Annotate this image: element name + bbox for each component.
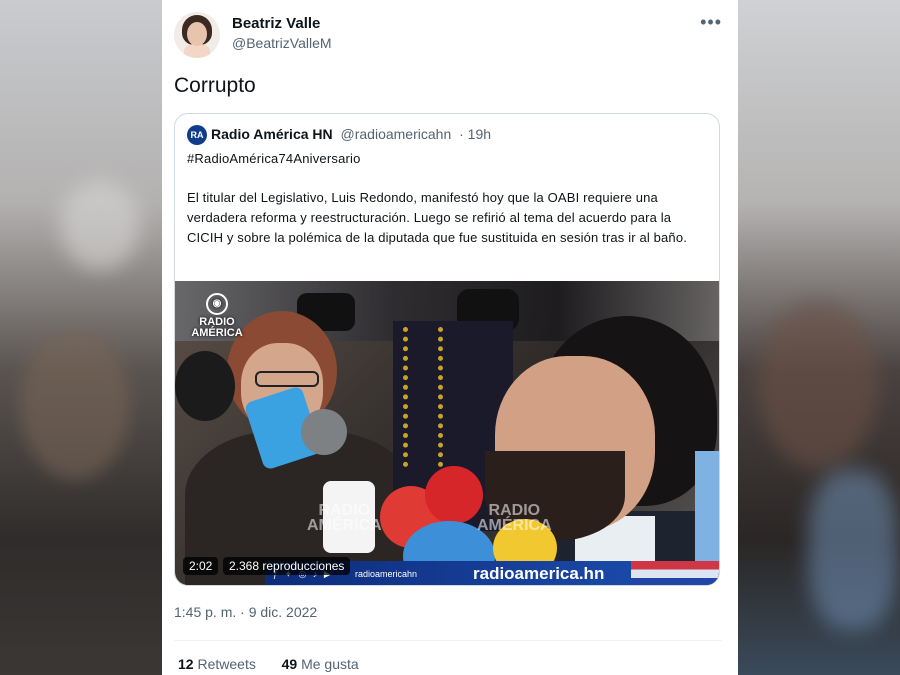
microphone	[425, 466, 483, 524]
quoted-tweet[interactable]: RA Radio América HN @radioamericahn · 19…	[174, 113, 720, 586]
likes-count: 49	[281, 656, 298, 672]
background-blob	[60, 180, 140, 270]
video-background-person	[695, 451, 719, 561]
author-handle[interactable]: @BeatrizValleM	[232, 35, 332, 51]
video-aiguillette	[403, 327, 443, 467]
video-brand-line2: AMÉRICA	[191, 327, 243, 339]
background-blur-right	[738, 0, 900, 675]
author-avatar[interactable]	[174, 12, 220, 58]
video-glasses	[255, 371, 319, 387]
video-watermark: RADIO AMÉRICA	[477, 502, 552, 534]
microphone	[175, 351, 235, 421]
quoted-author-handle[interactable]: @radioamericahn	[341, 126, 452, 142]
author-name[interactable]: Beatriz Valle	[232, 15, 320, 32]
likes-label: Me gusta	[301, 656, 359, 672]
video-duration: 2:02	[183, 557, 219, 575]
quoted-age: · 19h	[459, 126, 492, 142]
background-blob	[20, 330, 130, 480]
likes-stat[interactable]: 49 Me gusta	[282, 656, 359, 672]
flag-graphic	[631, 561, 719, 585]
video-views: 2.368 reproducciones	[223, 557, 351, 575]
quoted-header: Radio América HN @radioamericahn · 19h	[211, 126, 491, 142]
retweets-count: 12	[178, 656, 194, 672]
radio-wave-icon: ◉	[206, 293, 228, 315]
video-bar-handle: radioamericahn	[355, 569, 418, 579]
video-bar-site: radioamerica.hn	[473, 564, 605, 583]
tweet-card: Beatriz Valle @BeatrizValleM ••• Corrupt…	[162, 0, 738, 675]
retweets-label: Retweets	[197, 656, 256, 672]
tweet-stats: 12 Retweets 49 Me gusta	[178, 656, 359, 672]
video-watermark-line1: RADIO	[488, 502, 541, 519]
tweet-text: Corrupto	[174, 74, 256, 97]
quoted-hashtag[interactable]: #RadioAmérica74Aniversario	[187, 151, 361, 166]
video-watermark-line2: AMÉRICA	[307, 517, 382, 534]
video-watermark: RADIO AMÉRICA	[307, 502, 382, 534]
video-player[interactable]: ◉ RADIO AMÉRICA RADIO AMÉRICA RADIO AMÉR…	[175, 281, 719, 585]
avatar-neck	[184, 44, 210, 58]
background-blob	[808, 470, 898, 630]
microphone	[301, 409, 347, 455]
radio-america-logo-icon: RA	[187, 125, 207, 145]
quoted-body: El titular del Legislativo, Luis Redondo…	[187, 190, 687, 245]
video-brand-logo: ◉ RADIO AMÉRICA	[187, 293, 247, 339]
quoted-author-name[interactable]: Radio América HN	[211, 126, 333, 142]
video-watermark-line1: RADIO	[318, 502, 371, 519]
retweets-stat[interactable]: 12 Retweets	[178, 656, 256, 672]
more-options-icon[interactable]: •••	[700, 12, 722, 33]
video-watermark-line2: AMÉRICA	[477, 517, 552, 534]
tweet-timestamp[interactable]: 1:45 p. m. · 9 dic. 2022	[174, 604, 317, 620]
background-blur-left	[0, 0, 162, 675]
background-blob	[758, 300, 878, 470]
divider	[174, 640, 722, 641]
avatar-face	[187, 22, 207, 46]
